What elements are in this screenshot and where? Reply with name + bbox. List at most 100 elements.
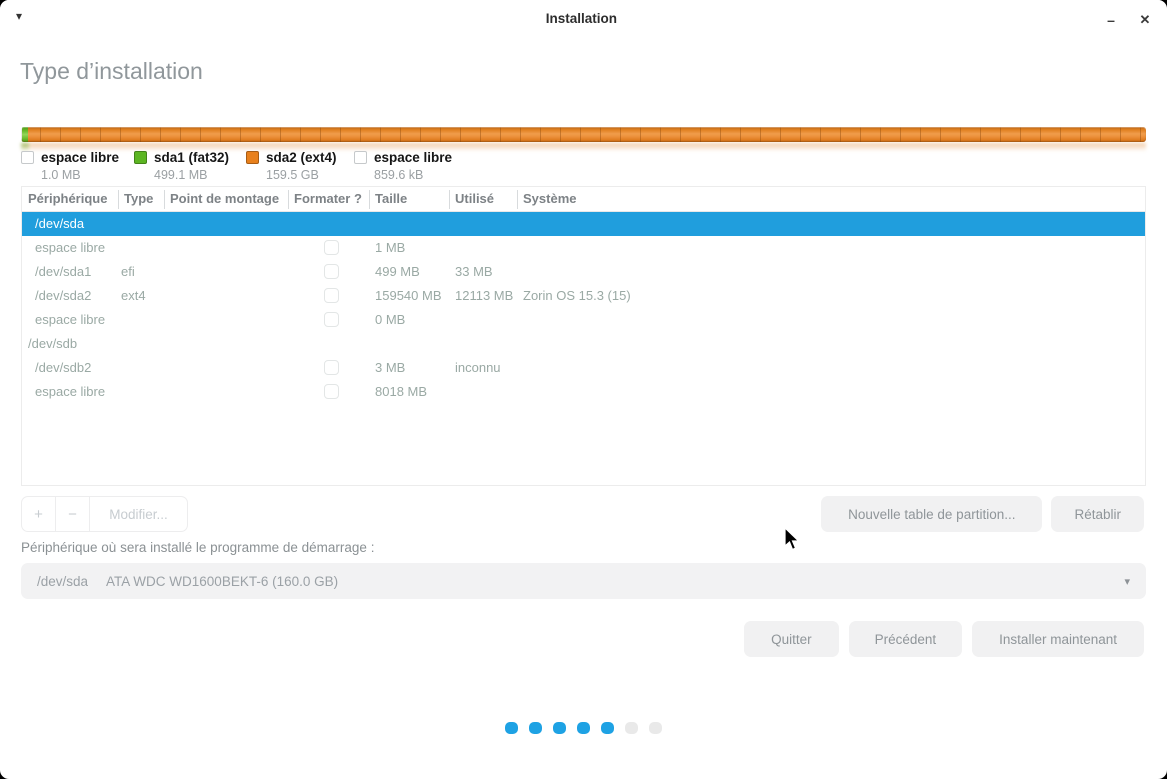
cell-size: 499 MB (375, 264, 420, 279)
legend-swatch-sda2 (246, 151, 259, 164)
table-row-free-space[interactable]: espace libre 0 MB (22, 308, 1145, 332)
cell-size: 3 MB (375, 360, 405, 375)
table-row-dev-sda2[interactable]: /dev/sda2 ext4 159540 MB 12113 MB Zorin … (22, 284, 1145, 308)
legend-size: 159.5 GB (266, 168, 337, 182)
edit-partition-button[interactable]: Modifier... (90, 496, 188, 532)
progress-dot (649, 722, 662, 734)
legend-swatch-free (354, 151, 367, 164)
progress-dot (505, 722, 518, 734)
table-row-dev-sda1[interactable]: /dev/sda1 efi 499 MB 33 MB (22, 260, 1145, 284)
legend-label: sda1 (fat32) (154, 150, 229, 165)
cell-device: espace libre (35, 312, 105, 327)
progress-dot (553, 722, 566, 734)
progress-dot (625, 722, 638, 734)
legend-swatch-free (21, 151, 34, 164)
progress-dot (529, 722, 542, 734)
cell-size: 8018 MB (375, 384, 427, 399)
installer-window: ▾ Installation – ✕ Type d’installation e… (0, 0, 1167, 779)
window-title: Installation (546, 11, 617, 26)
legend-size: 1.0 MB (41, 168, 119, 182)
progress-dot (577, 722, 590, 734)
legend-size: 499.1 MB (154, 168, 229, 182)
table-row-dev-sdb[interactable]: /dev/sdb (22, 332, 1145, 356)
cell-device: /dev/sdb2 (35, 360, 91, 375)
column-header-device[interactable]: Périphérique (28, 191, 107, 206)
legend-label: espace libre (374, 150, 452, 165)
legend-label: sda2 (ext4) (266, 150, 337, 165)
table-row-free-space[interactable]: espace libre 1 MB (22, 236, 1145, 260)
column-separator (449, 190, 450, 209)
table-row-dev-sda[interactable]: /dev/sda (22, 212, 1145, 236)
column-separator (164, 190, 165, 209)
revert-button[interactable]: Rétablir (1051, 496, 1144, 532)
titlebar: ▾ Installation – ✕ (0, 0, 1167, 38)
cell-used: 12113 MB (455, 288, 513, 303)
column-separator (369, 190, 370, 209)
format-checkbox[interactable] (324, 360, 339, 375)
column-separator (517, 190, 518, 209)
cell-device: /dev/sda2 (35, 288, 91, 303)
column-separator (288, 190, 289, 209)
wizard-progress-dots (0, 722, 1167, 734)
format-checkbox[interactable] (324, 288, 339, 303)
column-header-size[interactable]: Taille (375, 191, 407, 206)
chevron-down-icon: ▾ (1124, 575, 1130, 588)
partition-segment-sda2 (28, 127, 1146, 142)
cell-used: inconnu (455, 360, 501, 375)
partition-usage-bar (21, 127, 1146, 142)
cell-device: /dev/sdb (28, 336, 77, 351)
column-header-format[interactable]: Formater ? (294, 191, 362, 206)
format-checkbox[interactable] (324, 312, 339, 327)
table-header: Périphérique Type Point de montage Forma… (22, 187, 1145, 212)
remove-partition-button[interactable]: − (55, 496, 90, 532)
cell-device: /dev/sda (35, 216, 84, 231)
legend-item: sda2 (ext4) 159.5 GB (246, 150, 337, 182)
new-partition-table-button[interactable]: Nouvelle table de partition... (821, 496, 1042, 532)
bootloader-device-select[interactable]: /dev/sda ATA WDC WD1600BEKT-6 (160.0 GB)… (21, 563, 1146, 599)
cell-used: 33 MB (455, 264, 493, 279)
legend-size: 859.6 kB (374, 168, 452, 182)
legend-label: espace libre (41, 150, 119, 165)
table-row-dev-sdb2[interactable]: /dev/sdb2 3 MB inconnu (22, 356, 1145, 380)
cell-device: espace libre (35, 384, 105, 399)
cell-device: /dev/sda1 (35, 264, 91, 279)
column-header-used[interactable]: Utilisé (455, 191, 494, 206)
close-icon[interactable]: ✕ (1133, 8, 1157, 32)
cell-size: 159540 MB (375, 288, 442, 303)
cell-device: espace libre (35, 240, 105, 255)
partition-legend: espace libre 1.0 MB sda1 (fat32) 499.1 M… (21, 150, 1146, 182)
selected-device: /dev/sda (37, 574, 88, 589)
partition-edit-button-group: + − Modifier... (21, 496, 188, 532)
table-actions-group: Nouvelle table de partition... Rétablir (821, 496, 1144, 532)
quit-button[interactable]: Quitter (744, 621, 839, 657)
partition-table: Périphérique Type Point de montage Forma… (21, 186, 1146, 486)
column-header-type[interactable]: Type (124, 191, 153, 206)
install-now-button[interactable]: Installer maintenant (972, 621, 1144, 657)
bootloader-device-label: Périphérique où sera installé le program… (21, 540, 374, 555)
column-header-mountpoint[interactable]: Point de montage (170, 191, 279, 206)
cell-type: ext4 (121, 288, 146, 303)
legend-swatch-sda1 (134, 151, 147, 164)
legend-item: espace libre 859.6 kB (354, 150, 452, 182)
cell-system: Zorin OS 15.3 (15) (523, 288, 631, 303)
legend-item: espace libre 1.0 MB (21, 150, 119, 182)
progress-dot (601, 722, 614, 734)
table-row-free-space[interactable]: espace libre 8018 MB (22, 380, 1145, 404)
wizard-actions: Quitter Précédent Installer maintenant (744, 621, 1144, 657)
add-partition-button[interactable]: + (21, 496, 55, 532)
cell-type: efi (121, 264, 135, 279)
cell-size: 0 MB (375, 312, 405, 327)
mouse-cursor (784, 527, 801, 552)
window-menu-arrow-icon[interactable]: ▾ (16, 9, 22, 23)
page-title: Type d’installation (20, 58, 203, 85)
selected-device-description: ATA WDC WD1600BEKT-6 (160.0 GB) (106, 574, 338, 589)
cell-size: 1 MB (375, 240, 405, 255)
format-checkbox[interactable] (324, 240, 339, 255)
legend-item: sda1 (fat32) 499.1 MB (134, 150, 229, 182)
back-button[interactable]: Précédent (849, 621, 963, 657)
column-separator (118, 190, 119, 209)
column-header-system[interactable]: Système (523, 191, 576, 206)
format-checkbox[interactable] (324, 384, 339, 399)
format-checkbox[interactable] (324, 264, 339, 279)
minimize-icon[interactable]: – (1099, 8, 1123, 32)
